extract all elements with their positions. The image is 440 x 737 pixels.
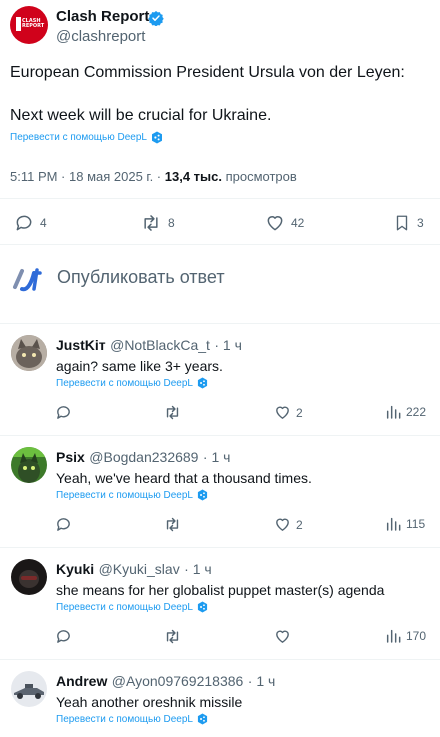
reply-text: again? same like 3+ years. xyxy=(56,358,223,374)
deepl-icon xyxy=(197,377,208,389)
reply-time[interactable]: · 1 ч xyxy=(214,337,242,353)
views-icon xyxy=(385,404,401,420)
views-count: 13,4 тыс. xyxy=(164,169,222,184)
like-count: 42 xyxy=(291,216,305,230)
heart-icon xyxy=(274,516,291,533)
reply-author-name[interactable]: Psix xyxy=(56,449,85,465)
retweet-button[interactable] xyxy=(163,628,182,645)
tweet-text-line-2: Next week will be crucial for Ukraine. xyxy=(10,107,272,124)
retweet-icon xyxy=(163,628,182,645)
reply-icon xyxy=(55,404,72,421)
views-icon xyxy=(385,628,401,644)
like-button[interactable]: 2 xyxy=(274,516,303,533)
author-handle[interactable]: @clashreport xyxy=(56,28,145,45)
reply-time[interactable]: · 1 ч xyxy=(248,673,276,689)
reply-author-name[interactable]: Andrew xyxy=(56,673,107,689)
like-count: 2 xyxy=(296,517,303,532)
translate-label: Перевести с помощью DeepL xyxy=(56,377,193,389)
views-icon xyxy=(385,516,401,532)
views-button[interactable]: 170 xyxy=(385,628,426,644)
heart-icon xyxy=(274,628,291,645)
like-button[interactable] xyxy=(274,628,296,645)
bookmark-button[interactable]: 3 xyxy=(393,213,424,233)
retweet-button[interactable]: 8 xyxy=(140,213,175,233)
user-avatar-logo-icon xyxy=(10,265,46,295)
like-button[interactable]: 42 xyxy=(265,213,304,233)
deepl-icon xyxy=(197,489,208,501)
reply-time[interactable]: · 1 ч xyxy=(203,449,231,465)
like-count: 2 xyxy=(296,405,303,420)
translate-link[interactable]: Перевести с помощью DeepL xyxy=(10,131,163,144)
translate-link[interactable]: Перевести с помощью DeepL xyxy=(56,713,208,725)
reply-author-handle[interactable]: @Ayon09769218386 xyxy=(112,673,244,689)
reply-button[interactable] xyxy=(55,516,72,533)
views-count: 170 xyxy=(406,629,427,643)
reply-author-handle[interactable]: @Bogdan232689 xyxy=(89,449,198,465)
retweet-button[interactable] xyxy=(163,516,182,533)
reply-avatar[interactable] xyxy=(11,335,47,371)
translate-link[interactable]: Перевести с помощью DeepL xyxy=(56,601,208,613)
divider xyxy=(0,198,440,199)
views-label: просмотров xyxy=(221,169,297,184)
bookmark-icon xyxy=(393,213,411,233)
divider xyxy=(0,659,440,660)
avatar-logo-text: CLASH REPORT xyxy=(22,18,45,29)
deepl-icon xyxy=(197,601,208,613)
author-avatar[interactable]: CLASH REPORT xyxy=(10,6,48,44)
heart-icon xyxy=(274,404,291,421)
reply-avatar[interactable] xyxy=(11,447,47,483)
reply-time[interactable]: · 1 ч xyxy=(184,561,212,577)
deepl-icon xyxy=(151,131,163,144)
reply-composer-input[interactable]: Опубликовать ответ xyxy=(57,267,225,288)
translate-label: Перевести с помощью DeepL xyxy=(56,713,193,725)
reply-author-name[interactable]: Kyuki xyxy=(56,561,94,577)
tweet-meta: 5:11 PM · 18 мая 2025 г. · 13,4 тыс. про… xyxy=(10,169,297,184)
reply-count: 4 xyxy=(40,216,47,230)
reply-button[interactable] xyxy=(55,628,72,645)
reply-text: Yeah another oreshnik missile xyxy=(56,694,243,710)
divider xyxy=(0,244,440,245)
like-button[interactable]: 2 xyxy=(274,404,303,421)
reply-text: Yeah, we've heard that a thousand times. xyxy=(56,470,312,486)
author-name[interactable]: Clash Report xyxy=(56,8,149,25)
reply-header: JustKіт @NotBlackCa_t · 1 ч xyxy=(56,337,242,355)
reply-author-handle[interactable]: @NotBlackCa_t xyxy=(110,337,210,353)
translate-link[interactable]: Перевести с помощью DeepL xyxy=(56,489,208,501)
reply-icon xyxy=(55,628,72,645)
reply-author-handle[interactable]: @Kyuki_slav xyxy=(99,561,180,577)
reply-icon xyxy=(55,516,72,533)
divider xyxy=(0,323,440,324)
reply-header: Andrew @Ayon09769218386 · 1 ч xyxy=(56,673,275,691)
verified-badge-icon xyxy=(148,10,164,26)
retweet-icon xyxy=(140,213,162,233)
bookmark-count: 3 xyxy=(417,216,424,230)
reply-author-name[interactable]: JustKіт xyxy=(56,337,106,353)
retweet-icon xyxy=(163,404,182,421)
reply-avatar[interactable] xyxy=(11,559,47,595)
views-button[interactable]: 222 xyxy=(385,404,426,420)
translate-link[interactable]: Перевести с помощью DeepL xyxy=(56,377,208,389)
retweet-icon xyxy=(163,516,182,533)
retweet-button[interactable] xyxy=(163,404,182,421)
reply-icon xyxy=(14,213,34,233)
views-count: 222 xyxy=(406,405,427,419)
views-button[interactable]: 115 xyxy=(385,516,425,532)
translate-label: Перевести с помощью DeepL xyxy=(56,489,193,501)
heart-icon xyxy=(265,213,285,233)
views-count: 115 xyxy=(406,517,426,531)
reply-avatar[interactable] xyxy=(11,671,47,707)
reply-button[interactable]: 4 xyxy=(14,213,47,233)
reply-button[interactable] xyxy=(55,404,72,421)
divider xyxy=(0,435,440,436)
deepl-icon xyxy=(197,713,208,725)
retweet-count: 8 xyxy=(168,216,175,230)
translate-label: Перевести с помощью DeepL xyxy=(10,132,147,143)
reply-header: Psix @Bogdan232689 · 1 ч xyxy=(56,449,230,467)
tweet-text-line-1: European Commission President Ursula von… xyxy=(10,64,405,81)
divider xyxy=(0,547,440,548)
tweet-timestamp[interactable]: 5:11 PM · 18 мая 2025 г. · xyxy=(10,169,165,184)
reply-text: she means for her globalist puppet maste… xyxy=(56,582,385,598)
reply-header: Kyuki @Kyuki_slav · 1 ч xyxy=(56,561,212,579)
translate-label: Перевести с помощью DeepL xyxy=(56,601,193,613)
